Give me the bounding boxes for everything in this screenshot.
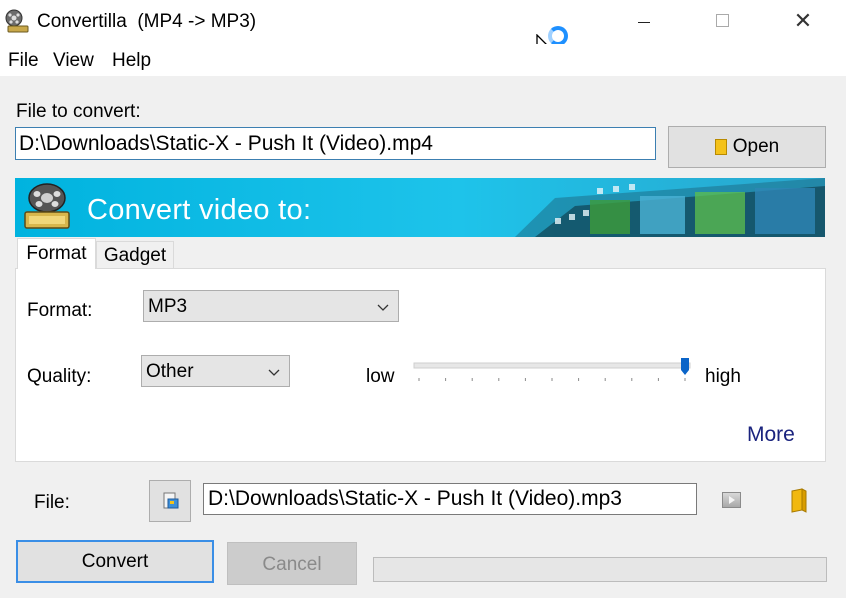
menu-file[interactable]: File [8, 50, 39, 72]
file-to-convert-label: File to convert: [16, 101, 141, 122]
slider-high-label: high [705, 366, 741, 387]
close-button[interactable]: ✕ [773, 0, 833, 44]
chevron-down-icon [268, 369, 280, 376]
quality-slider[interactable] [413, 358, 693, 388]
tab-gadget[interactable]: Gadget [96, 241, 174, 268]
open-folder-button[interactable] [790, 488, 808, 514]
window-title: Convertilla (MP4 -> MP3) [37, 11, 257, 32]
minimize-button[interactable] [614, 0, 674, 44]
format-label: Format: [27, 300, 93, 321]
film-reel-icon [5, 9, 29, 33]
file-icon [163, 492, 179, 509]
convert-button[interactable]: Convert [16, 540, 214, 583]
quality-label: Quality: [27, 366, 92, 387]
menu-help[interactable]: Help [112, 50, 151, 72]
play-icon [729, 496, 735, 504]
output-file-label: File: [34, 492, 70, 513]
tab-format[interactable]: Format [17, 238, 96, 269]
chevron-down-icon [377, 304, 389, 311]
slider-thumb[interactable] [681, 358, 689, 375]
conversion-progress-bar [373, 557, 827, 582]
busy-indicator-icon [548, 26, 568, 46]
format-select[interactable]: MP3 [143, 290, 399, 322]
format-select-value: MP3 [148, 296, 188, 317]
slider-low-label: low [366, 366, 395, 387]
filmstrip-graphic [515, 178, 825, 237]
banner-title: Convert video to: [87, 194, 312, 226]
more-link[interactable]: More [747, 423, 795, 447]
folder-icon [714, 138, 727, 155]
close-icon: ✕ [793, 9, 813, 34]
menu-view[interactable]: View [53, 50, 94, 72]
choose-output-button[interactable] [149, 480, 191, 522]
output-file-input[interactable]: D:\Downloads\Static-X - Push It (Video).… [203, 483, 697, 515]
source-file-input[interactable]: D:\Downloads\Static-X - Push It (Video).… [15, 127, 656, 160]
play-button[interactable] [722, 492, 741, 508]
convert-banner: Convert video to: [15, 178, 825, 237]
cancel-button[interactable]: Cancel [227, 542, 357, 585]
open-button-label: Open [732, 136, 780, 157]
open-button[interactable]: Open [668, 126, 826, 168]
film-reel-icon [24, 183, 70, 229]
maximize-button[interactable] [693, 0, 753, 44]
quality-select-value: Other [146, 361, 194, 382]
quality-select[interactable]: Other [141, 355, 290, 387]
